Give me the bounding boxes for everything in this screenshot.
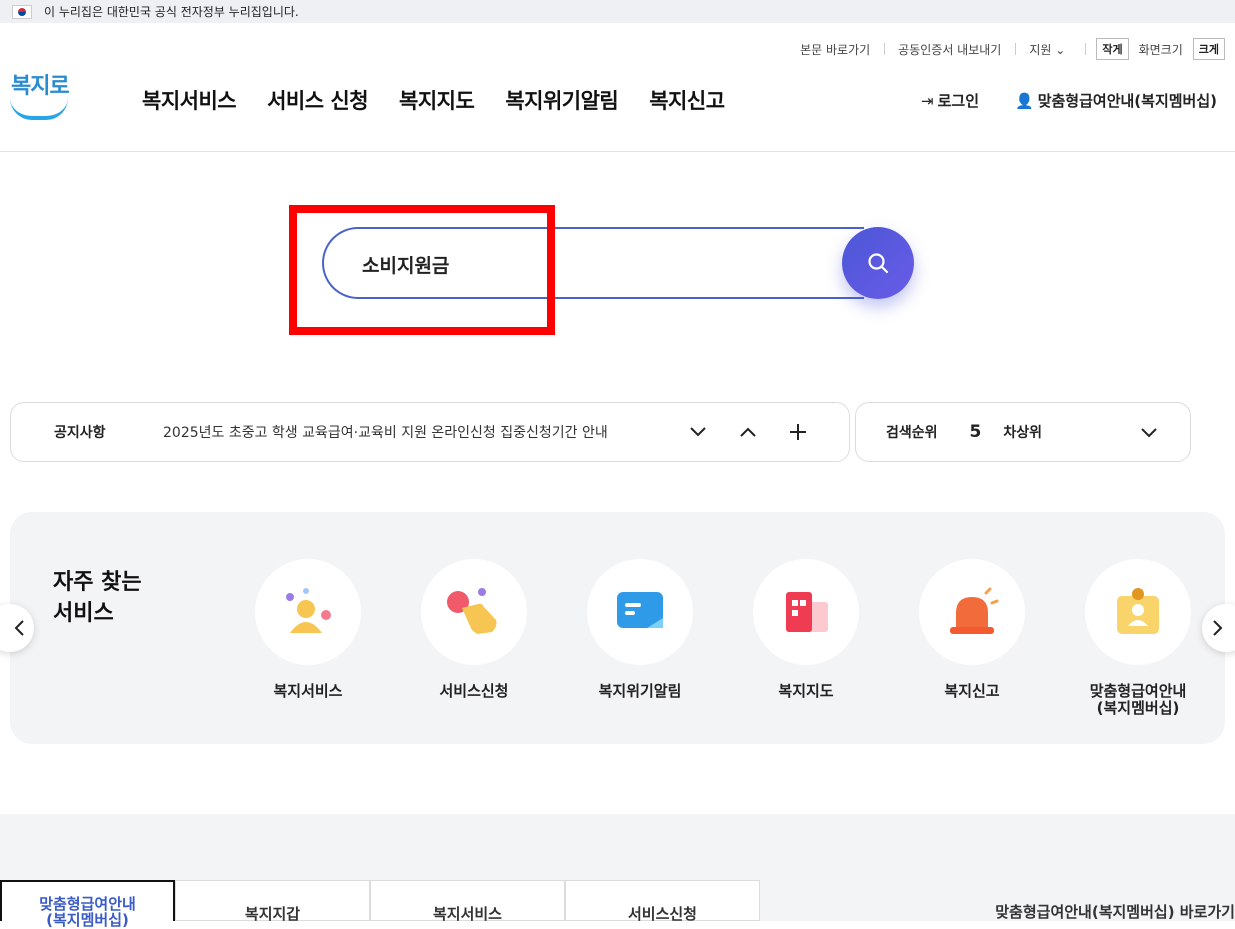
search-rank-bar: 검색순위 5 차상위 [855,402,1191,462]
service-welfare-map[interactable]: 복지지도 [746,559,866,700]
membership-button[interactable]: 👤 맞춤형급여안내(복지멤버십) [1015,90,1217,111]
notice-controls [663,417,813,447]
search-rank-number: 5 [969,422,982,442]
tab-membership[interactable]: 맞춤형급여안내 (복지멤버십) [0,880,175,928]
chevron-down-icon[interactable] [1134,418,1164,448]
service-welfare[interactable]: 복지서비스 [248,559,368,700]
frequent-services: 자주 찾는 서비스 복지서비스 서비스신청 복지위기알림 복지지도 복지신고 맞… [10,512,1225,744]
site-header: 본문 바로가기 공동인증서 내보내기 지원 ⌄ 작게 화면크기 크게 복지로 복… [0,23,1235,152]
chevron-right-icon [1213,620,1223,636]
person-add-icon: 👤 [1015,91,1034,110]
service-report[interactable]: 복지신고 [912,559,1032,700]
utility-bar: 본문 바로가기 공동인증서 내보내기 지원 ⌄ 작게 화면크기 크게 [786,38,1225,60]
search-button[interactable] [842,227,914,299]
service-label: 복지지도 [778,682,834,700]
tap-hand-icon [421,559,527,665]
divider [1085,43,1087,55]
service-apply[interactable]: 서비스신청 [414,559,534,700]
plus-icon[interactable] [783,417,813,447]
frequent-services-title: 자주 찾는 서비스 [53,570,142,626]
nav-item-welfare-service[interactable]: 복지서비스 [142,85,237,115]
chat-bubble-icon [587,559,693,665]
search-rank-title: 검색순위 [886,425,938,441]
service-label: 복지위기알림 [598,682,682,700]
service-membership[interactable]: 맞춤형급여안내 (복지멤버십) [1078,559,1198,717]
font-large-button[interactable]: 크게 [1192,38,1225,60]
tab-welfare-service[interactable]: 복지서비스 [370,880,565,923]
support-label: 지원 [1029,42,1052,57]
siren-icon [919,559,1025,665]
search-icon [868,253,889,274]
site-logo[interactable]: 복지로 [9,68,71,124]
notice-bar: 공지사항 2025년도 초중고 학생 교육급여·교육비 지원 온라인신청 집중신… [10,402,850,462]
main-nav: 복지서비스 서비스 신청 복지지도 복지위기알림 복지신고 [142,85,756,115]
notice-title: 공지사항 [54,425,106,441]
service-label: 복지신고 [944,682,1000,700]
service-label: 맞춤형급여안내 (복지멤버십) [1089,682,1187,717]
tab-service-apply[interactable]: 서비스신청 [565,880,760,923]
skip-to-content-link[interactable]: 본문 바로가기 [786,41,884,58]
person-icon [255,559,361,665]
nav-item-welfare-report[interactable]: 복지신고 [649,85,725,115]
chevron-left-icon [14,620,24,636]
logo-smile-icon [10,98,68,120]
service-label: 서비스신청 [439,682,509,700]
notice-text[interactable]: 2025년도 초중고 학생 교육급여·교육비 지원 온라인신청 집중신청기간 안… [163,422,663,442]
chevron-down-icon[interactable] [683,417,713,447]
header-actions: ⇥ 로그인 👤 맞춤형급여안내(복지멤버십) [921,90,1217,111]
id-badge-icon [1085,559,1191,665]
highlight-box [289,205,555,335]
login-button[interactable]: ⇥ 로그인 [921,90,979,111]
bottom-tabs: 맞춤형급여안내 (복지멤버십) 복지지갑 복지서비스 서비스신청 [0,880,760,928]
chevron-up-icon[interactable] [733,417,763,447]
login-icon: ⇥ [921,91,934,110]
tab-welfare-wallet[interactable]: 복지지갑 [175,880,370,923]
export-certificate-link[interactable]: 공동인증서 내보내기 [884,41,1015,58]
nav-item-welfare-map[interactable]: 복지지도 [399,85,475,115]
search-rank-keyword[interactable]: 차상위 [1003,422,1042,442]
chevron-down-icon: ⌄ [1055,42,1066,57]
building-icon [753,559,859,665]
bottom-section: 맞춤형급여안내 (복지멤버십) 복지지갑 복지서비스 서비스신청 맞춤형급여안내… [0,814,1235,928]
nav-item-crisis-alert[interactable]: 복지위기알림 [505,85,618,115]
screen-size-label: 화면크기 [1138,42,1183,57]
nav-item-service-apply[interactable]: 서비스 신청 [267,85,368,115]
gov-banner-text: 이 누리집은 대한민국 공식 전자정부 누리집입니다. [44,5,299,19]
membership-label: 맞춤형급여안내(복지멤버십) [1037,92,1217,110]
gov-banner: 이 누리집은 대한민국 공식 전자정부 누리집입니다. [0,0,1235,23]
service-crisis-alert[interactable]: 복지위기알림 [580,559,700,700]
login-label: 로그인 [937,92,979,110]
support-dropdown[interactable]: 지원 ⌄ [1015,41,1079,58]
membership-shortcut-link[interactable]: 맞춤형급여안내(복지멤버십) 바로가기 [995,901,1235,922]
logo-text: 복지로 [11,74,70,99]
korea-flag-icon [12,4,32,19]
font-small-button[interactable]: 작게 [1096,38,1129,60]
service-label: 복지서비스 [273,682,343,700]
